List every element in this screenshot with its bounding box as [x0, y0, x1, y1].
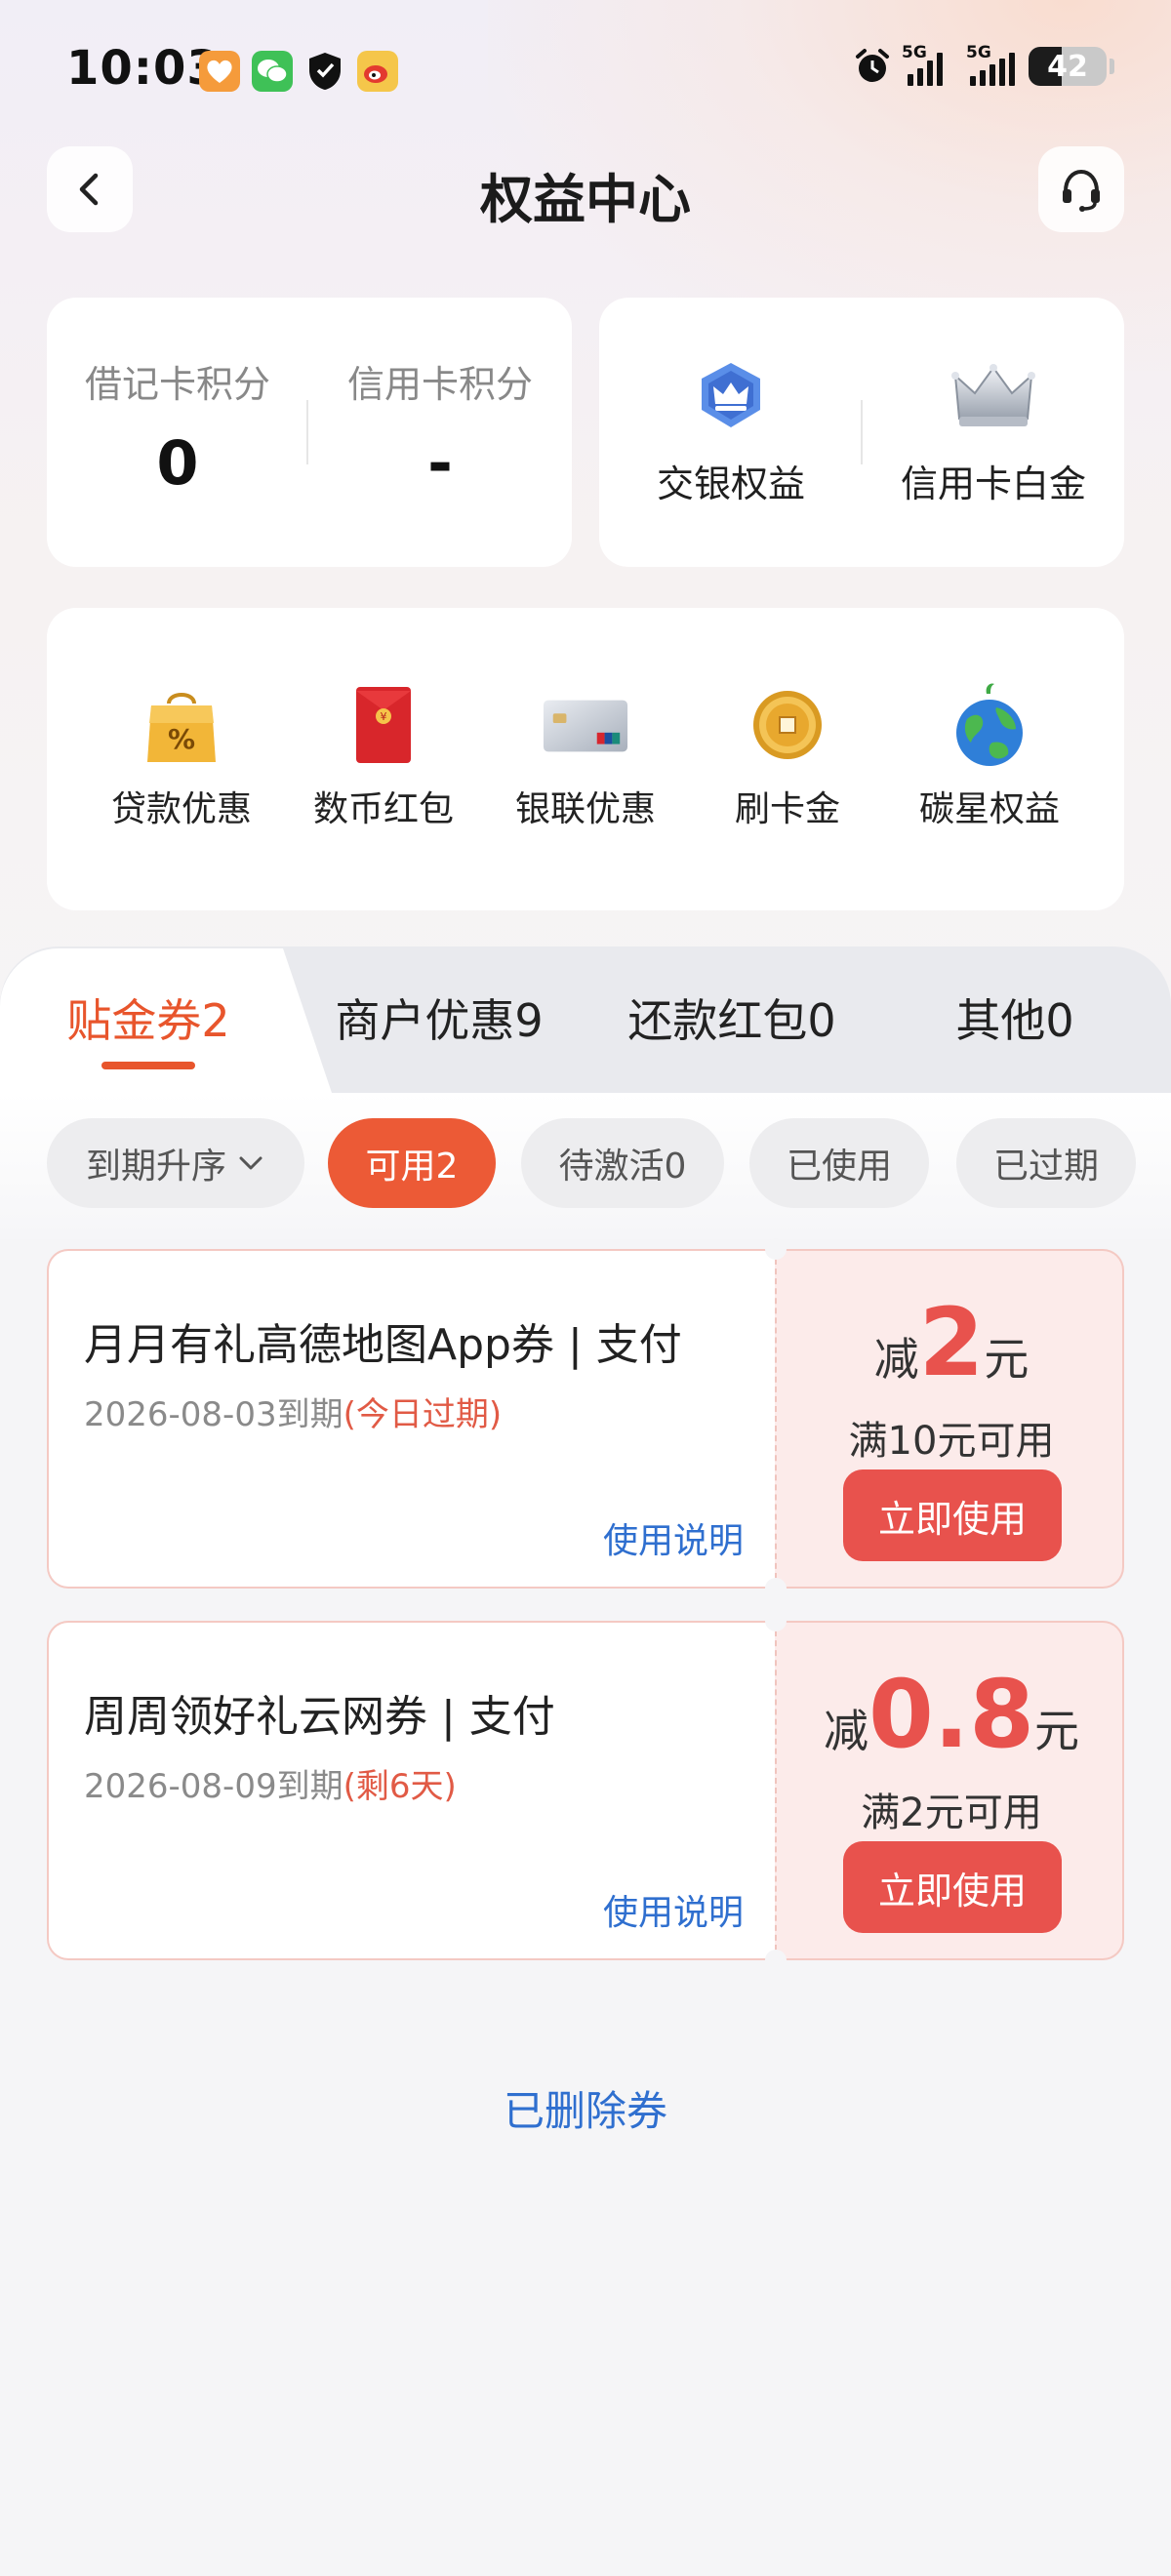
coupon-title: 月月有礼高德地图App券 | 支付 [84, 1320, 682, 1370]
network-label: 5G [966, 43, 991, 62]
bocom-benefits-label: 交银权益 [656, 463, 805, 505]
grid-item-digital-red-packet[interactable]: ¥ 数币红包 [286, 681, 481, 831]
use-now-button[interactable]: 立即使用 [843, 1469, 1062, 1561]
credit-platinum-label: 信用卡白金 [900, 463, 1086, 505]
grid-label: 刷卡金 [734, 789, 840, 829]
customer-service-button[interactable] [1038, 146, 1124, 232]
coupon-expiry-note: (今日过期) [343, 1395, 503, 1434]
grid-label: 碳星权益 [918, 789, 1060, 829]
svg-text:¥: ¥ [381, 710, 387, 723]
amount-unit: 元 [1034, 1705, 1080, 1757]
weibo-icon [357, 51, 398, 92]
bocom-benefits[interactable]: 交银权益 [599, 356, 863, 507]
network-label: 5G [902, 43, 927, 62]
benefits-card: 交银权益 信用卡白金 [599, 298, 1124, 567]
grid-item-carbon-star[interactable]: 碳星权益 [892, 681, 1087, 831]
coupon-expiry: 2026-08-09到期(剩6天) [84, 1759, 457, 1807]
service-grid-card: % 贷款优惠 ¥ 数币红包 银联优惠 刷卡金 碳星权益 [47, 608, 1124, 910]
coupon-notch [765, 1578, 787, 1599]
wechat-icon [252, 51, 293, 92]
grid-label: 银联优惠 [514, 789, 656, 829]
coupon-condition: 满10元可用 [848, 1419, 1055, 1464]
alarm-icon [856, 49, 889, 82]
grid-label: 贷款优惠 [110, 789, 252, 829]
coupon-condition: 满2元可用 [861, 1791, 1042, 1835]
usage-instructions-link[interactable]: 使用说明 [603, 1512, 744, 1563]
battery-tip [1110, 59, 1114, 74]
earth-icon [946, 681, 1033, 769]
coupon-value: 减0.8元 满2元可用 立即使用 [775, 1621, 1124, 1960]
silver-crown-icon [949, 356, 1037, 436]
debit-points-label: 借记卡积分 [84, 363, 270, 406]
tab-repayment-red-packet[interactable]: 还款红包0 [605, 986, 859, 1050]
grid-item-loan[interactable]: % 贷款优惠 [84, 681, 279, 831]
grid-item-unionpay[interactable]: 银联优惠 [488, 681, 683, 831]
coupon-expiry: 2026-08-03到期(今日过期) [84, 1388, 502, 1435]
debit-points[interactable]: 借记卡积分 0 [47, 354, 308, 499]
deleted-coupons-link[interactable]: 已删除券 [0, 2078, 1171, 2138]
coupon-title: 周周领好礼云网券 | 支付 [84, 1692, 555, 1742]
grid-label: 数币红包 [312, 789, 454, 829]
heart-app-icon [199, 51, 240, 92]
amount-unit: 元 [984, 1333, 1030, 1386]
coupon-notch [765, 1238, 787, 1260]
coupon-value: 减2元 满10元可用 立即使用 [775, 1249, 1124, 1589]
credit-points-value: - [427, 427, 453, 499]
status-time: 10:03 [66, 41, 221, 96]
battery-level: 42 [1047, 49, 1088, 84]
sort-dropdown[interactable]: 到期升序 [47, 1118, 304, 1208]
svg-text:%: % [168, 723, 195, 755]
credit-platinum[interactable]: 信用卡白金 [863, 356, 1124, 507]
coupon-amount: 减2元 [777, 1288, 1126, 1397]
coupon-card[interactable]: 周周领好礼云网券 | 支付 2026-08-09到期(剩6天) 使用说明 减0.… [47, 1610, 1124, 1971]
points-card: 借记卡积分 0 信用卡积分 - [47, 298, 572, 567]
sort-label: 到期升序 [85, 1147, 226, 1187]
shield-icon [304, 51, 345, 92]
amount-prefix: 减 [823, 1705, 868, 1757]
coupon-expiry-date: 2026-08-03到期 [84, 1395, 343, 1434]
grid-item-swipe-gold[interactable]: 刷卡金 [690, 681, 885, 831]
debit-points-value: 0 [156, 427, 199, 499]
coupon-notch [765, 1610, 787, 1631]
amount-value: 0.8 [868, 1660, 1035, 1769]
tab-subsidy-coupon[interactable]: 贴金券2 [49, 986, 248, 1050]
credit-points-label: 信用卡积分 [346, 363, 533, 406]
coupon-info: 月月有礼高德地图App券 | 支付 2026-08-03到期(今日过期) 使用说… [47, 1249, 775, 1589]
active-tab-indicator [101, 1062, 195, 1069]
filter-used[interactable]: 已使用 [749, 1118, 929, 1208]
coupon-notch [765, 1950, 787, 1971]
coupon-card[interactable]: 月月有礼高德地图App券 | 支付 2026-08-03到期(今日过期) 使用说… [47, 1238, 1124, 1599]
coupon-info: 周周领好礼云网券 | 支付 2026-08-09到期(剩6天) 使用说明 [47, 1621, 775, 1960]
use-now-button[interactable]: 立即使用 [843, 1841, 1062, 1933]
loan-bag-icon: % [138, 681, 225, 769]
coupon-amount: 减0.8元 [777, 1660, 1126, 1769]
chevron-down-icon [239, 1156, 262, 1170]
signal-5g-2-icon: 5G [966, 43, 1015, 86]
usage-instructions-link[interactable]: 使用说明 [603, 1884, 744, 1935]
battery-icon: 42 [1029, 47, 1107, 86]
page-title: 权益中心 [480, 169, 691, 230]
amount-value: 2 [918, 1288, 985, 1397]
credit-points[interactable]: 信用卡积分 - [308, 354, 572, 499]
tab-merchant-offers[interactable]: 商户优惠9 [322, 986, 556, 1050]
coupon-expiry-date: 2026-08-09到期 [84, 1767, 343, 1806]
crown-badge-icon [687, 356, 775, 436]
filter-expired[interactable]: 已过期 [956, 1118, 1136, 1208]
signal-5g-1-icon: 5G [902, 43, 943, 86]
filter-pending-activation[interactable]: 待激活0 [521, 1118, 724, 1208]
red-envelope-icon: ¥ [340, 681, 427, 769]
status-indicators: 5G 5G 42 [853, 43, 1114, 86]
amount-prefix: 减 [873, 1333, 919, 1386]
tab-other[interactable]: 其他0 [917, 986, 1112, 1050]
coupon-expiry-note: (剩6天) [343, 1767, 457, 1806]
headset-icon [1063, 169, 1100, 212]
filter-available[interactable]: 可用2 [328, 1118, 496, 1208]
gold-coin-icon [744, 681, 831, 769]
unionpay-card-icon [542, 681, 629, 769]
